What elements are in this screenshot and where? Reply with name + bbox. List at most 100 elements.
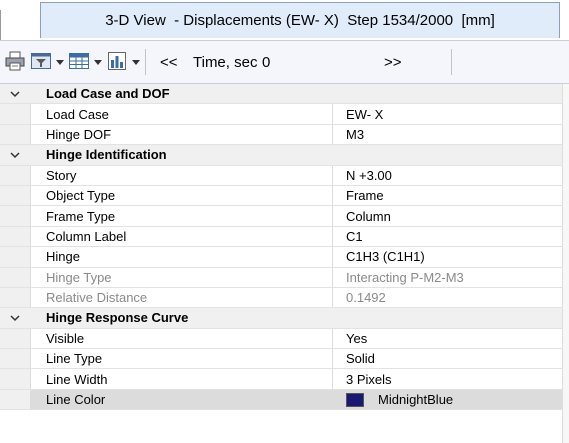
property-label: Hinge DOF	[46, 126, 112, 142]
property-row-frame-type[interactable]: Frame Type Column	[0, 206, 569, 227]
display-options-dropdown[interactable]	[30, 48, 64, 76]
step-back-button[interactable]: <<	[160, 48, 178, 76]
property-row-hinge-dof[interactable]: Hinge DOF M3	[0, 124, 569, 146]
property-label: Load Case	[46, 106, 109, 122]
category-load-case-and-dof[interactable]: Load Case and DOF	[0, 84, 569, 105]
property-value[interactable]: M3	[346, 125, 364, 144]
property-value[interactable]: Frame	[346, 186, 384, 205]
property-value[interactable]: Yes	[346, 329, 367, 348]
property-label: Line Type	[46, 351, 103, 367]
category-title: Hinge Response Curve	[46, 310, 189, 326]
chevron-down-icon[interactable]	[7, 87, 23, 101]
column-divider	[332, 165, 333, 185]
property-label: Hinge Type	[46, 269, 112, 285]
property-row-object-type[interactable]: Object Type Frame	[0, 185, 569, 207]
column-divider	[332, 389, 333, 410]
property-value: 0.1492	[346, 290, 386, 306]
chevron-down-icon[interactable]	[7, 311, 23, 325]
chevron-down-icon	[56, 59, 64, 65]
tab-strip: 3-D View - Displacements (EW- X) Step 15…	[0, 0, 569, 40]
row-gutter	[0, 165, 31, 185]
property-label: Object Type	[46, 188, 116, 204]
row-gutter	[0, 389, 31, 410]
property-row-visible[interactable]: Visible Yes	[0, 328, 569, 350]
property-label: Story	[46, 167, 77, 183]
row-gutter	[0, 185, 31, 206]
table-dropdown[interactable]	[68, 48, 102, 76]
row-gutter	[0, 287, 31, 308]
time-input[interactable]: 0	[262, 48, 270, 76]
step-forward-label: >>	[384, 53, 402, 71]
chevron-down-icon	[94, 59, 102, 65]
property-value[interactable]: Column	[346, 206, 391, 225]
property-row-line-width[interactable]: Line Width 3 Pixels	[0, 369, 569, 390]
property-row-story[interactable]: Story N +3.00	[0, 165, 569, 186]
column-divider	[332, 206, 333, 226]
row-gutter	[0, 124, 31, 145]
column-divider	[332, 287, 333, 308]
chart-dropdown[interactable]	[106, 48, 140, 76]
chart-icon	[106, 50, 128, 75]
property-value[interactable]: C1H3 (C1H1)	[346, 247, 425, 266]
chevron-down-icon	[132, 59, 140, 65]
column-divider	[332, 247, 333, 267]
tab-strip-edge	[0, 10, 7, 40]
category-hinge-response-curve[interactable]: Hinge Response Curve	[0, 308, 569, 329]
scrollbar-edge[interactable]	[562, 84, 569, 443]
column-divider	[332, 328, 333, 349]
property-value-color[interactable]: MidnightBlue	[346, 390, 453, 409]
display-options-icon	[30, 50, 52, 75]
row-gutter	[0, 328, 31, 349]
color-swatch	[346, 392, 364, 407]
printer-icon	[4, 50, 26, 75]
print-button[interactable]	[4, 48, 26, 76]
row-gutter	[0, 226, 31, 247]
column-divider	[332, 369, 333, 389]
row-gutter	[0, 349, 31, 369]
category-title: Hinge Identification	[46, 147, 167, 163]
tab-3d-view[interactable]: 3-D View - Displacements (EW- X) Step 15…	[40, 2, 560, 38]
row-gutter	[0, 206, 31, 226]
tab-title: 3-D View - Displacements (EW- X) Step 15…	[105, 12, 495, 29]
chevron-down-icon[interactable]	[7, 148, 23, 162]
property-row-relative-distance: Relative Distance 0.1492	[0, 287, 569, 309]
property-row-hinge-type: Hinge Type Interacting P-M2-M3	[0, 267, 569, 288]
column-divider	[332, 185, 333, 206]
property-row-column-label[interactable]: Column Label C1	[0, 226, 569, 248]
time-label: Time, sec	[193, 53, 258, 71]
color-name: MidnightBlue	[378, 392, 454, 408]
column-divider	[332, 349, 333, 369]
property-label: Relative Distance	[46, 290, 148, 306]
property-value[interactable]: EW- X	[346, 104, 383, 123]
property-row-line-type[interactable]: Line Type Solid	[0, 349, 569, 370]
row-gutter	[0, 267, 31, 287]
property-label: Frame Type	[46, 208, 116, 224]
column-divider	[332, 267, 333, 287]
time-value: 0	[262, 53, 271, 71]
property-row-load-case[interactable]: Load Case EW- X	[0, 104, 569, 125]
row-gutter	[0, 247, 31, 267]
category-hinge-identification[interactable]: Hinge Identification	[0, 145, 569, 166]
step-back-label: <<	[160, 53, 178, 71]
row-gutter	[0, 104, 31, 124]
toolbar-separator	[451, 49, 452, 75]
property-grid: Load Case and DOF Load Case EW- X Hinge …	[0, 84, 569, 411]
column-divider	[332, 104, 333, 124]
column-divider	[332, 124, 333, 145]
property-row-hinge[interactable]: Hinge C1H3 (C1H1)	[0, 247, 569, 268]
property-row-line-color[interactable]: Line Color MidnightBlue	[0, 389, 569, 411]
property-label: Line Color	[46, 392, 106, 408]
column-divider	[332, 226, 333, 247]
property-label: Hinge	[46, 249, 80, 265]
property-label: Column Label	[46, 228, 127, 244]
toolbar-separator	[145, 49, 146, 75]
property-value[interactable]: Solid	[346, 349, 375, 368]
toolbar: << Time, sec 0 >>	[0, 40, 569, 84]
category-title: Load Case and DOF	[46, 86, 170, 102]
property-value[interactable]: 3 Pixels	[346, 369, 392, 388]
property-value: Interacting P-M2-M3	[346, 269, 464, 285]
step-forward-button[interactable]: >>	[384, 48, 402, 76]
property-value[interactable]: C1	[346, 227, 363, 246]
property-value[interactable]: N +3.00	[346, 166, 392, 185]
property-label: Visible	[46, 330, 85, 346]
